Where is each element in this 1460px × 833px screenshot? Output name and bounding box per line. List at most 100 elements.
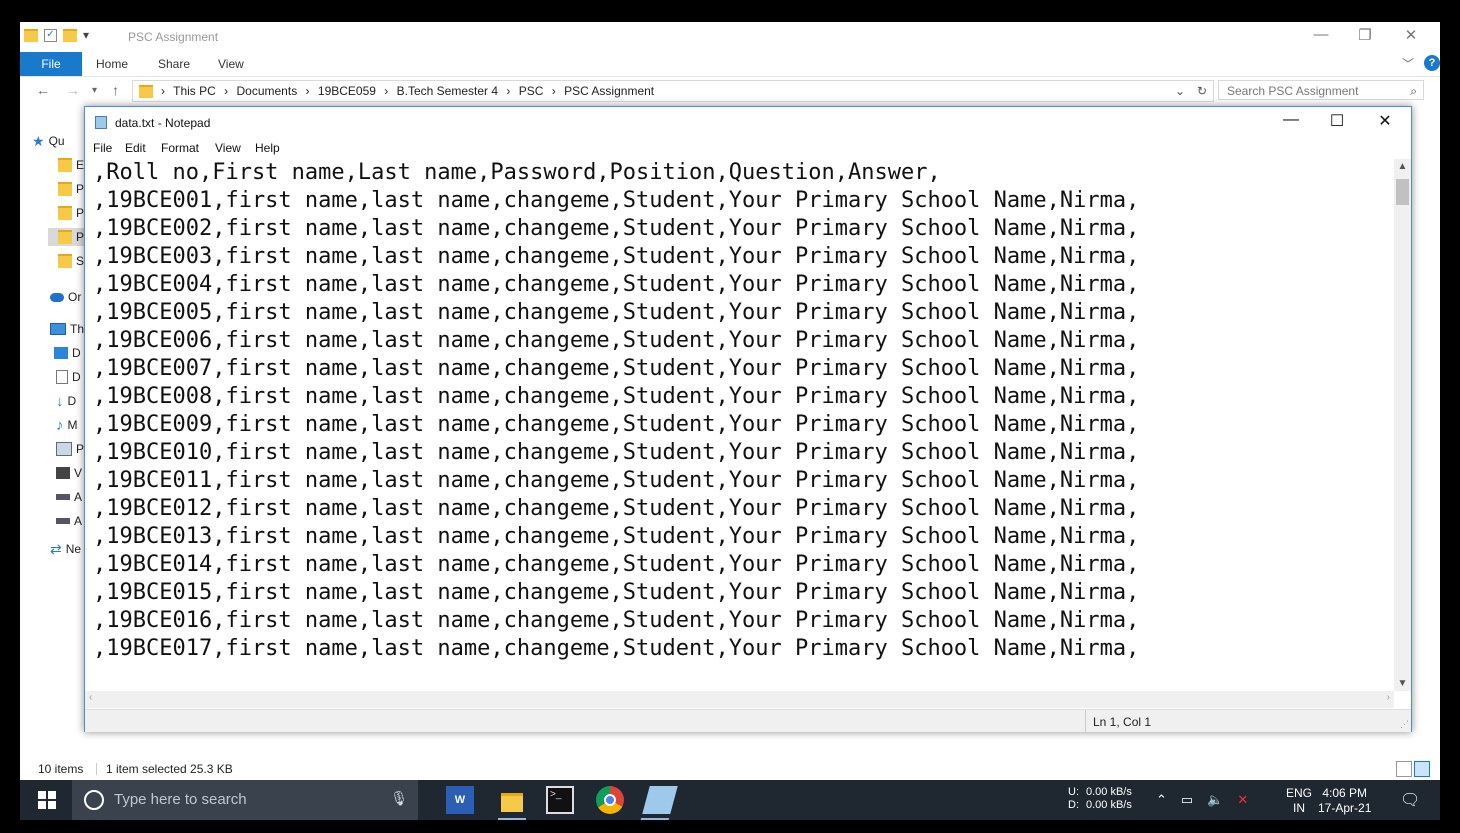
explorer-title: PSC Assignment: [128, 30, 219, 44]
folder-icon[interactable]: [24, 28, 38, 42]
back-icon[interactable]: ←: [36, 82, 50, 98]
nav-label: Th: [70, 322, 85, 336]
terminal-icon[interactable]: >_: [546, 786, 574, 814]
notepad-icon[interactable]: [642, 786, 678, 814]
breadcrumb-separator: ›: [384, 84, 389, 98]
notepad-text-area[interactable]: ,Roll no,First name,Last name,Password,P…: [93, 159, 1383, 689]
date-label: 17-Apr-21: [1318, 801, 1372, 815]
text-line: ,19BCE017,first name,last name,changeme,…: [93, 636, 1140, 661]
menu-format[interactable]: Format: [161, 141, 199, 155]
pc-icon: [50, 323, 66, 335]
nav-item-this-pc[interactable]: Th: [50, 320, 84, 338]
region-label: IN: [1293, 801, 1305, 815]
video-icon: [56, 467, 70, 479]
breadcrumb-this-pc[interactable]: This PC: [173, 84, 216, 98]
breadcrumb-semester[interactable]: B.Tech Semester 4: [397, 84, 498, 98]
address-dropdown-icon[interactable]: ⌄: [1175, 81, 1185, 101]
nav-label: D: [72, 370, 81, 384]
expand-ribbon-icon[interactable]: ﹀: [1402, 55, 1414, 72]
taskbar: Type here to search 🎙 W >_ U: 0.00 kB/s D…: [20, 780, 1440, 820]
resize-grip-icon[interactable]: ⋰: [1400, 719, 1409, 730]
horizontal-scrollbar[interactable]: ‹ ›: [85, 691, 1394, 708]
large-icons-view-icon[interactable]: [1414, 761, 1430, 777]
nav-item-drive[interactable]: A: [56, 512, 82, 530]
recent-locations-icon[interactable]: ▾: [92, 85, 97, 96]
refresh-icon[interactable]: ↻: [1197, 81, 1207, 101]
menu-help[interactable]: Help: [255, 141, 280, 155]
menu-edit[interactable]: Edit: [125, 141, 146, 155]
text-line: ,19BCE014,first name,last name,changeme,…: [93, 552, 1140, 577]
nav-item-network[interactable]: ⇄ Ne: [50, 540, 81, 558]
minimize-icon[interactable]: —: [1271, 111, 1311, 129]
notepad-icon: [95, 116, 107, 129]
breadcrumb-separator: ›: [551, 84, 556, 98]
scroll-up-icon[interactable]: ▲: [1394, 161, 1411, 172]
address-bar[interactable]: › This PC › Documents › 19BCE059 › B.Tec…: [132, 80, 1214, 102]
menu-view[interactable]: View: [215, 141, 241, 155]
scroll-thumb[interactable]: [1396, 179, 1409, 205]
taskbar-search-input[interactable]: Type here to search 🎙: [72, 780, 418, 820]
breadcrumb-19bce059[interactable]: 19BCE059: [318, 84, 376, 98]
breadcrumb-psc[interactable]: PSC: [519, 84, 544, 98]
breadcrumb-documents[interactable]: Documents: [237, 84, 298, 98]
folder-icon: [58, 254, 72, 268]
file-explorer-icon[interactable]: [498, 786, 526, 820]
upload-speed: 0.00 kB/s: [1086, 786, 1132, 798]
restore-icon[interactable]: ❐: [1350, 26, 1380, 44]
volume-icon[interactable]: 🔈: [1207, 792, 1223, 820]
scroll-down-icon[interactable]: ▼: [1394, 678, 1411, 689]
minimize-icon[interactable]: —: [1306, 26, 1336, 43]
nav-item-pictures[interactable]: P: [56, 440, 84, 458]
time-label: 4:06 PM: [1322, 786, 1368, 800]
tab-home[interactable]: Home: [96, 57, 128, 71]
nav-item-folder[interactable]: P: [58, 204, 84, 222]
tab-view[interactable]: View: [218, 57, 244, 71]
nav-item-quick-access[interactable]: ★ Qu: [32, 132, 65, 150]
menu-file[interactable]: File: [93, 141, 112, 155]
picture-icon: [56, 442, 72, 456]
text-line: ,19BCE008,first name,last name,changeme,…: [93, 384, 1140, 409]
nav-item-music[interactable]: ♪ M: [56, 416, 78, 434]
windows-start-icon[interactable]: [38, 791, 56, 809]
customize-toolbar-icon[interactable]: ▾: [83, 28, 89, 42]
chrome-icon[interactable]: [596, 786, 624, 814]
clock[interactable]: 4:06 PM 17-Apr-21: [1318, 786, 1371, 820]
help-icon[interactable]: ?: [1424, 55, 1440, 71]
nav-item-documents[interactable]: D: [56, 368, 81, 386]
close-icon[interactable]: ✕: [1396, 26, 1426, 44]
nav-item-folder[interactable]: E: [58, 156, 84, 174]
microphone-icon[interactable]: 🎙: [390, 790, 408, 807]
nav-item-folder[interactable]: S: [58, 252, 84, 270]
details-view-icon[interactable]: [1396, 761, 1412, 777]
close-icon[interactable]: ✕: [1365, 111, 1405, 131]
vertical-scrollbar[interactable]: ▲ ▼: [1394, 159, 1411, 691]
maximize-icon[interactable]: ☐: [1317, 111, 1357, 131]
forward-icon[interactable]: →: [66, 82, 80, 98]
language-indicator[interactable]: ENG IN: [1286, 786, 1312, 820]
nav-item-videos[interactable]: V: [56, 464, 82, 482]
properties-icon[interactable]: ✓: [44, 28, 57, 42]
new-folder-icon[interactable]: [63, 28, 77, 42]
nav-item-downloads[interactable]: ↓ D: [56, 392, 76, 410]
nav-item-folder[interactable]: P: [58, 180, 84, 198]
search-placeholder: Search PSC Assignment: [1227, 84, 1359, 98]
breadcrumb-psc-assignment[interactable]: PSC Assignment: [564, 84, 654, 98]
tab-file[interactable]: File: [20, 52, 82, 76]
word-icon[interactable]: W: [446, 786, 474, 814]
scroll-right-icon[interactable]: ›: [1387, 692, 1390, 703]
star-icon: ★: [32, 132, 45, 149]
nav-item-drive[interactable]: A: [56, 488, 82, 506]
scroll-left-icon[interactable]: ‹: [89, 692, 92, 703]
nav-item-onedrive[interactable]: Or: [50, 288, 81, 306]
nav-item-desktop[interactable]: D: [54, 344, 81, 362]
tab-share[interactable]: Share: [158, 57, 190, 71]
network-icon[interactable]: ✕: [1237, 792, 1248, 820]
nav-label: P: [76, 442, 85, 456]
text-line: ,19BCE005,first name,last name,changeme,…: [93, 300, 1140, 325]
search-input[interactable]: Search PSC Assignment ⌕: [1218, 80, 1424, 100]
desktop-frame: ✓ ▾ PSC Assignment — ❐ ✕ File Home Share…: [20, 22, 1440, 820]
battery-icon[interactable]: ▭: [1181, 792, 1193, 820]
show-hidden-icons-icon[interactable]: ⌃: [1156, 792, 1167, 820]
up-icon[interactable]: ↑: [112, 82, 119, 98]
notification-icon[interactable]: 🗨: [1400, 790, 1420, 820]
